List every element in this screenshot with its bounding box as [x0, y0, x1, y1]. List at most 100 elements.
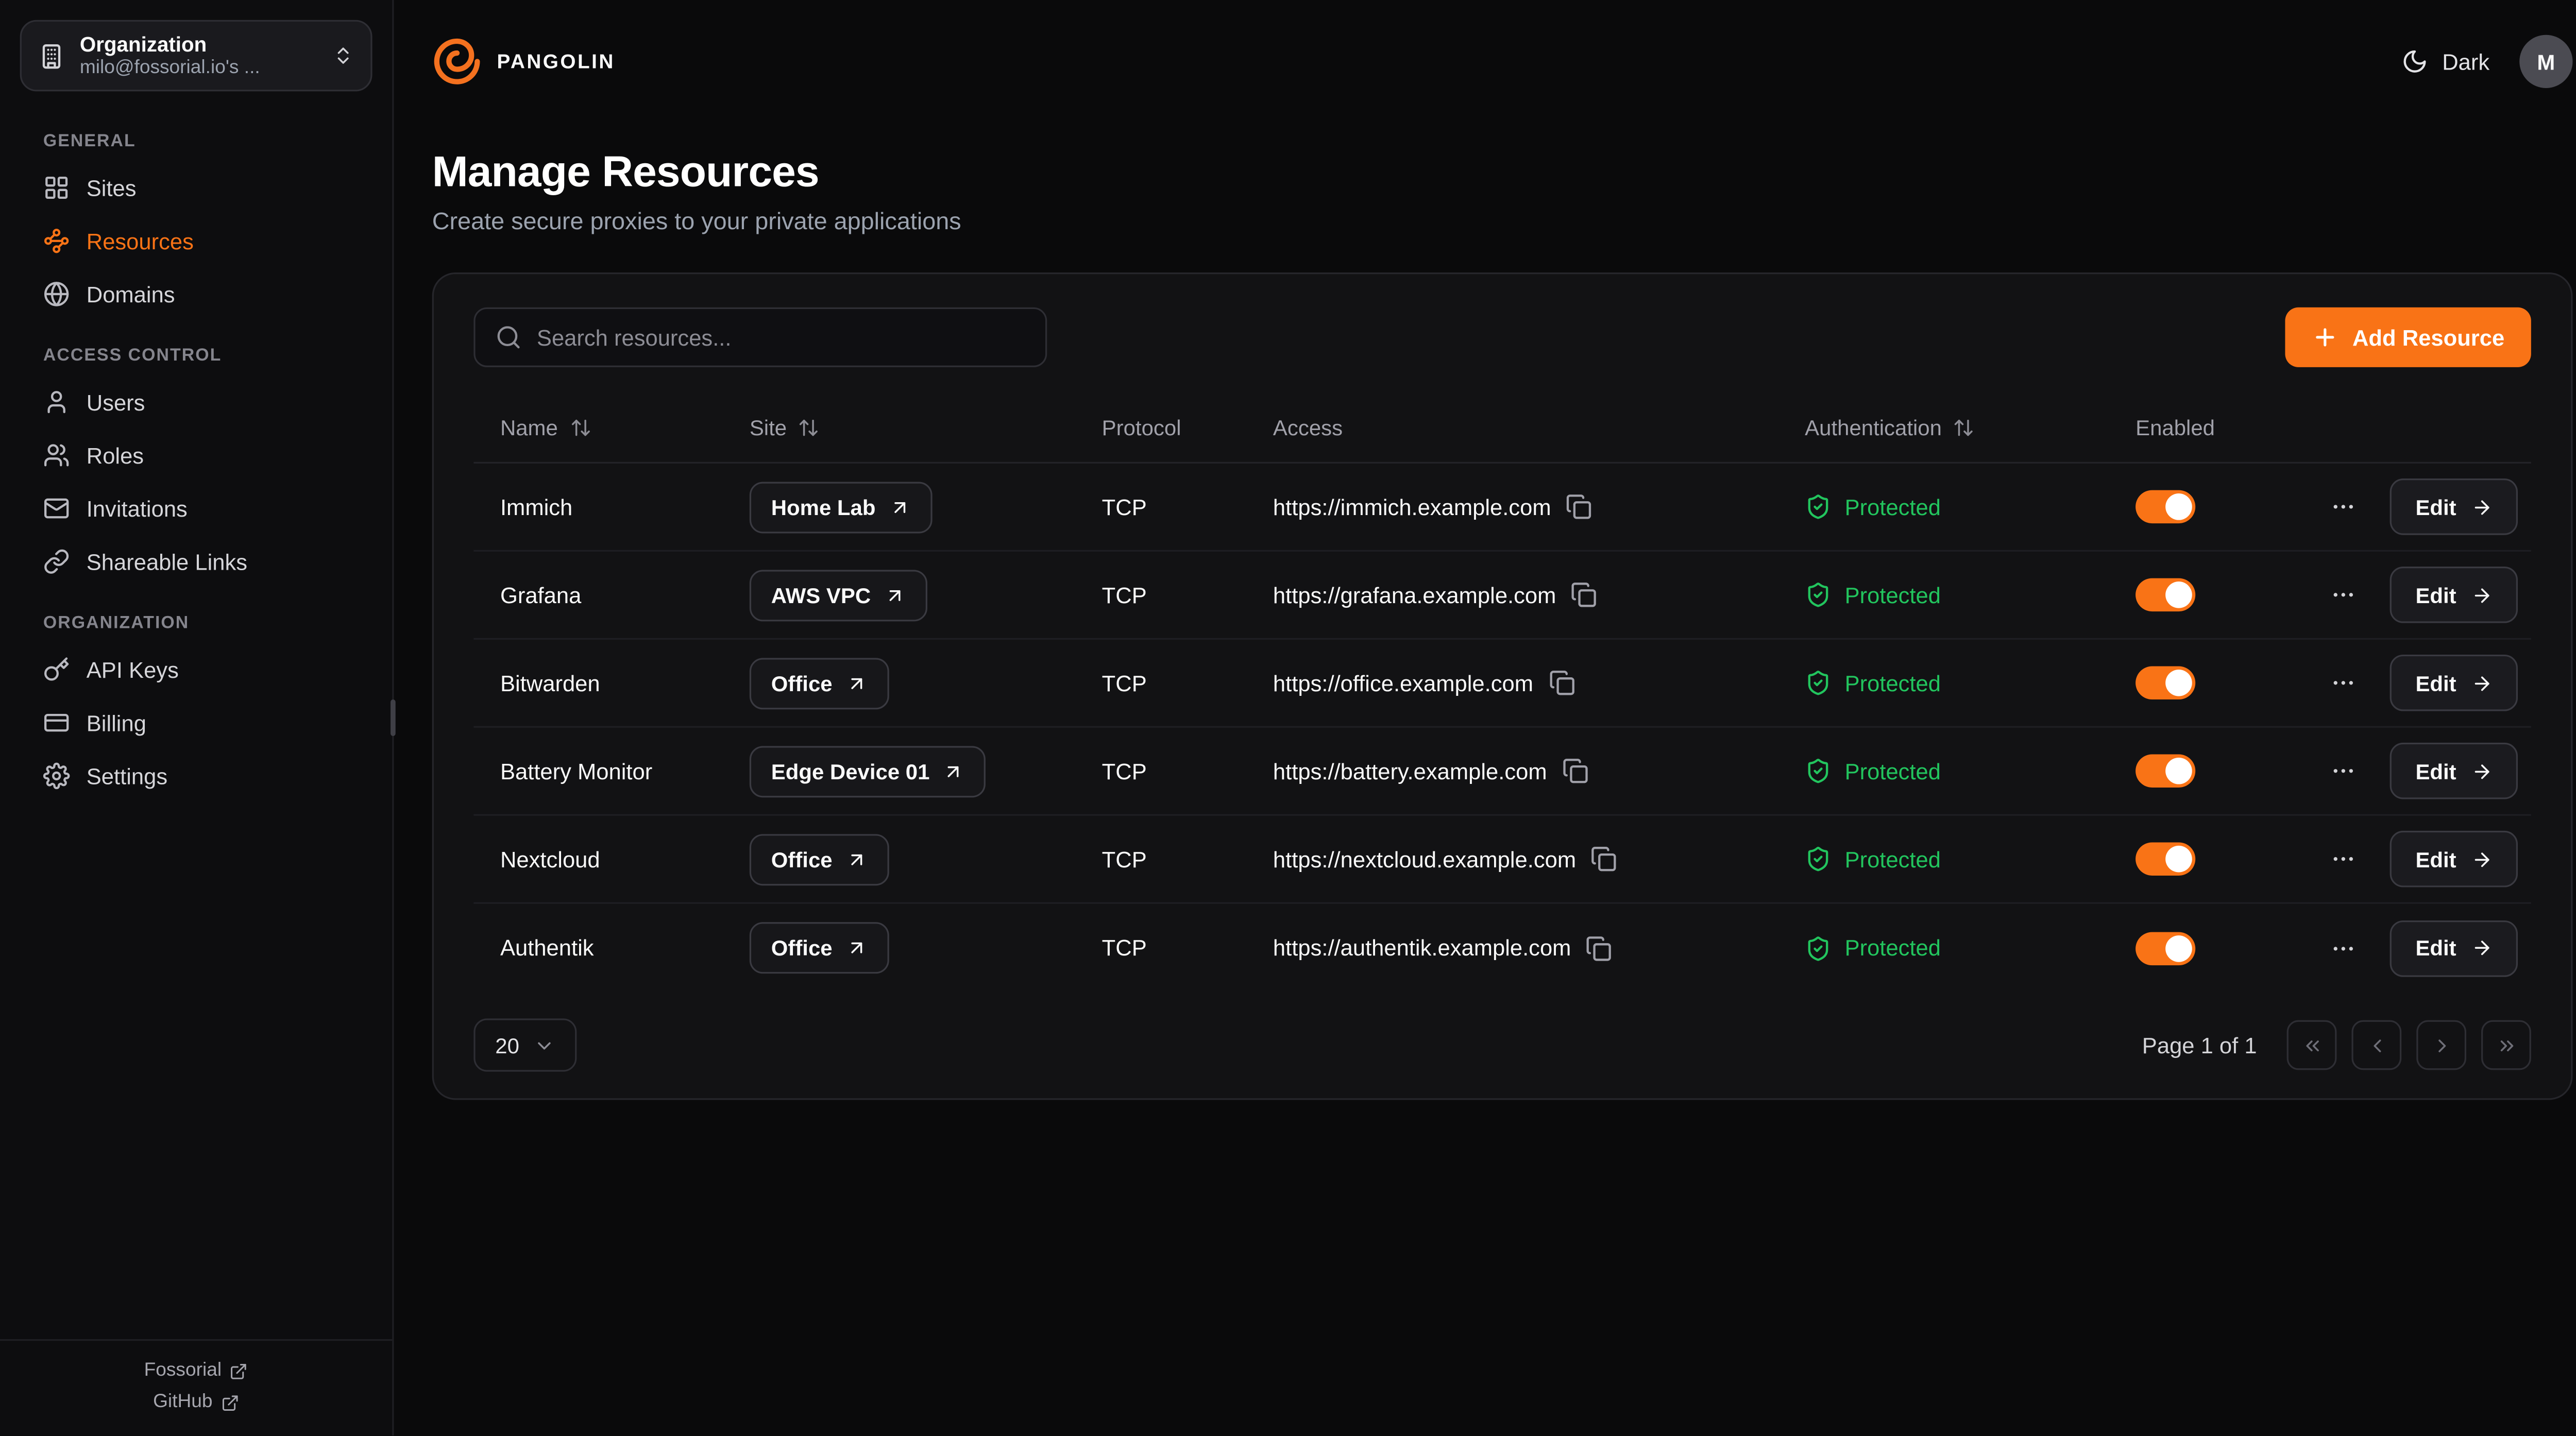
row-menu-button[interactable]	[2331, 934, 2358, 961]
arrow-right-icon	[2471, 584, 2493, 606]
sidebar-item-sites[interactable]: Sites	[20, 163, 372, 213]
sites-grid-icon	[43, 175, 70, 201]
enabled-toggle[interactable]	[2136, 666, 2195, 700]
enabled-toggle[interactable]	[2136, 931, 2195, 965]
sidebar-item-resources[interactable]: Resources	[20, 216, 372, 266]
protocol-value: TCP	[1102, 847, 1147, 871]
sidebar-item-api-keys[interactable]: API Keys	[20, 645, 372, 695]
add-resource-button[interactable]: Add Resource	[2286, 307, 2531, 367]
row-menu-button[interactable]	[2331, 493, 2358, 520]
prev-page-button[interactable]	[2351, 1020, 2401, 1070]
sort-icon[interactable]	[799, 417, 820, 439]
ellipsis-icon	[2331, 758, 2358, 784]
org-selector[interactable]: Organization milo@fossorial.io's ...	[20, 20, 372, 92]
avatar[interactable]: M	[2519, 35, 2572, 88]
app-root: Organization milo@fossorial.io's ... GEN…	[0, 0, 2576, 1435]
arrow-up-right-icon	[845, 848, 867, 870]
sort-icon[interactable]	[569, 417, 591, 439]
site-link-button[interactable]: Office	[750, 833, 889, 885]
arrow-up-right-icon	[943, 760, 964, 782]
sidebar-item-settings[interactable]: Settings	[20, 751, 372, 801]
table-row: Authentik Office TCP https://authentik.e…	[473, 904, 2531, 992]
arrow-up-right-icon	[889, 496, 910, 518]
row-menu-button[interactable]	[2331, 846, 2358, 873]
edit-button[interactable]: Edit	[2391, 567, 2518, 623]
site-link-button[interactable]: Edge Device 01	[750, 745, 986, 797]
authentication-cell: Protected	[1778, 758, 2109, 784]
external-link-icon	[230, 1362, 248, 1380]
authentication-cell: Protected	[1778, 493, 2109, 520]
copy-icon[interactable]	[1548, 670, 1575, 696]
search-icon	[495, 324, 522, 351]
edit-button-label: Edit	[2415, 494, 2456, 519]
sidebar-resize-handle[interactable]	[391, 699, 396, 736]
enabled-toggle[interactable]	[2136, 578, 2195, 612]
edit-button[interactable]: Edit	[2391, 743, 2518, 799]
page-size-select[interactable]: 20	[473, 1018, 578, 1071]
arrow-right-icon	[2471, 496, 2493, 518]
auth-status-label: Protected	[1845, 583, 1941, 607]
copy-icon[interactable]	[1562, 758, 1589, 784]
section-label-organization: ORGANIZATION	[20, 613, 372, 633]
pagination: 20 Page 1 of 1	[473, 1018, 2531, 1071]
edit-button-label: Edit	[2415, 847, 2456, 871]
sort-icon[interactable]	[1954, 417, 1975, 439]
row-menu-button[interactable]	[2331, 758, 2358, 784]
site-name: Edge Device 01	[771, 759, 930, 783]
last-page-button[interactable]	[2481, 1020, 2531, 1070]
authentication-cell: Protected	[1778, 934, 2109, 961]
moon-icon	[2402, 48, 2429, 75]
next-page-button[interactable]	[2416, 1020, 2466, 1070]
row-actions: Edit	[2295, 743, 2531, 799]
row-menu-button[interactable]	[2331, 670, 2358, 696]
edit-button[interactable]: Edit	[2391, 831, 2518, 887]
protocol-cell: TCP	[1075, 935, 1246, 960]
arrow-right-icon	[2471, 760, 2493, 782]
sidebar-item-billing[interactable]: Billing	[20, 698, 372, 748]
enabled-toggle[interactable]	[2136, 754, 2195, 788]
chevrons-up-down-icon	[332, 45, 354, 66]
theme-toggle-button[interactable]: Dark	[2402, 48, 2489, 75]
search-input[interactable]	[537, 325, 1025, 350]
resource-name-cell: Bitwarden	[473, 671, 723, 695]
site-link-button[interactable]: Home Lab	[750, 481, 932, 533]
chevrons-right-icon	[2495, 1034, 2517, 1056]
copy-icon[interactable]	[1566, 493, 1593, 520]
user-icon	[43, 389, 70, 416]
enabled-cell	[2109, 931, 2295, 965]
waypoints-icon	[43, 228, 70, 254]
sidebar-item-label: Settings	[87, 763, 167, 788]
edit-button[interactable]: Edit	[2391, 919, 2518, 976]
resource-name-cell: Authentik	[473, 935, 723, 960]
resource-name: Battery Monitor	[500, 759, 652, 783]
edit-button[interactable]: Edit	[2391, 655, 2518, 711]
enabled-toggle[interactable]	[2136, 842, 2195, 876]
copy-icon[interactable]	[1571, 582, 1598, 608]
plus-icon	[2313, 324, 2340, 351]
site-name: Office	[771, 935, 833, 960]
sidebar-item-label: Domains	[87, 282, 175, 306]
table-row: Battery Monitor Edge Device 01 TCP https…	[473, 728, 2531, 816]
sidebar-item-domains[interactable]: Domains	[20, 269, 372, 319]
sidebar-item-invitations[interactable]: Invitations	[20, 484, 372, 534]
sidebar-item-shareable-links[interactable]: Shareable Links	[20, 537, 372, 587]
edit-button[interactable]: Edit	[2391, 478, 2518, 535]
sidebar-item-users[interactable]: Users	[20, 377, 372, 427]
chevron-right-icon	[2431, 1034, 2452, 1056]
first-page-button[interactable]	[2287, 1020, 2337, 1070]
site-link-button[interactable]: Office	[750, 657, 889, 709]
protocol-cell: TCP	[1075, 671, 1246, 695]
fossorial-link[interactable]: Fossorial	[144, 1361, 248, 1381]
enabled-toggle[interactable]	[2136, 490, 2195, 524]
footer-link-label: Fossorial	[144, 1361, 222, 1381]
copy-icon[interactable]	[1586, 934, 1613, 961]
github-link[interactable]: GitHub	[153, 1392, 239, 1412]
site-link-button[interactable]: AWS VPC	[750, 569, 927, 621]
ellipsis-icon	[2331, 934, 2358, 961]
row-menu-button[interactable]	[2331, 582, 2358, 608]
resource-name: Immich	[500, 494, 572, 519]
page-header: Manage Resources Create secure proxies t…	[432, 146, 2573, 236]
sidebar-item-roles[interactable]: Roles	[20, 430, 372, 480]
site-link-button[interactable]: Office	[750, 922, 889, 973]
copy-icon[interactable]	[1591, 846, 1618, 873]
